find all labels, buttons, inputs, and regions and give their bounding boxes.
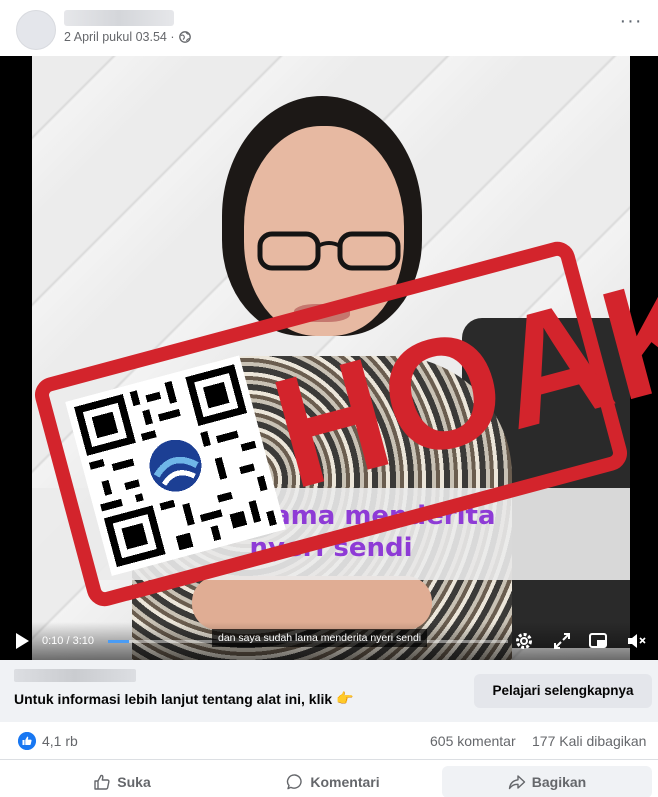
like-button[interactable]: Suka xyxy=(18,766,226,797)
share-label: Bagikan xyxy=(531,774,587,790)
video-controls: 0:10 / 3:10 dan saya sudah lama menderit… xyxy=(0,622,658,660)
share-icon xyxy=(508,775,525,790)
like-reaction-icon[interactable] xyxy=(18,732,36,750)
comment-count[interactable]: 605 komentar xyxy=(430,733,516,749)
post-actions: Suka Komentari Bagikan xyxy=(0,762,658,797)
video-time: 0:10 / 3:10 xyxy=(42,635,94,647)
cta-text: Untuk informasi lebih lanjut tentang ala… xyxy=(14,690,354,707)
thumbs-up-icon xyxy=(94,774,110,790)
share-button[interactable]: Bagikan xyxy=(442,766,652,797)
comment-button[interactable]: Komentari xyxy=(228,766,438,797)
comment-icon xyxy=(287,774,303,790)
comment-label: Komentari xyxy=(310,774,380,790)
like-label: Suka xyxy=(117,774,151,790)
more-options-button[interactable]: ··· xyxy=(616,11,646,38)
settings-icon[interactable] xyxy=(514,631,534,651)
post-timestamp[interactable]: 2 April pukul 03.54 · xyxy=(64,30,191,44)
author-name-redacted[interactable] xyxy=(64,10,174,26)
globe-icon xyxy=(178,31,191,43)
video-player[interactable]: sudah lama menderita nyeri sendi HOAKS 0… xyxy=(0,56,658,660)
timestamp-text: 2 April pukul 03.54 · xyxy=(64,30,175,44)
play-icon[interactable] xyxy=(14,632,30,650)
video-subtitle: dan saya sudah lama menderita nyeri send… xyxy=(212,629,428,647)
reaction-summary: 4,1 rb 605 komentar 177 Kali dibagikan xyxy=(0,722,658,760)
fullscreen-icon[interactable] xyxy=(552,631,572,651)
glasses-graphic xyxy=(257,231,401,271)
ad-source-redacted xyxy=(14,669,136,682)
learn-more-button[interactable]: Pelajari selengkapnya xyxy=(474,674,652,708)
pip-icon[interactable] xyxy=(588,631,608,651)
cta-message: Untuk informasi lebih lanjut tentang ala… xyxy=(14,690,333,707)
video-progress-fill xyxy=(108,640,130,643)
facebook-post: 2 April pukul 03.54 · ··· sudah lama men… xyxy=(0,0,658,797)
share-count[interactable]: 177 Kali dibagikan xyxy=(532,733,646,749)
like-count[interactable]: 4,1 rb xyxy=(42,733,78,749)
volume-muted-icon[interactable] xyxy=(626,631,646,651)
qr-code-icon xyxy=(65,355,286,576)
post-header: 2 April pukul 03.54 · ··· xyxy=(0,0,658,56)
call-to-action-bar: Untuk informasi lebih lanjut tentang ala… xyxy=(0,660,658,722)
pointing-hand-icon: 👉 xyxy=(336,690,354,706)
avatar[interactable] xyxy=(16,10,56,50)
